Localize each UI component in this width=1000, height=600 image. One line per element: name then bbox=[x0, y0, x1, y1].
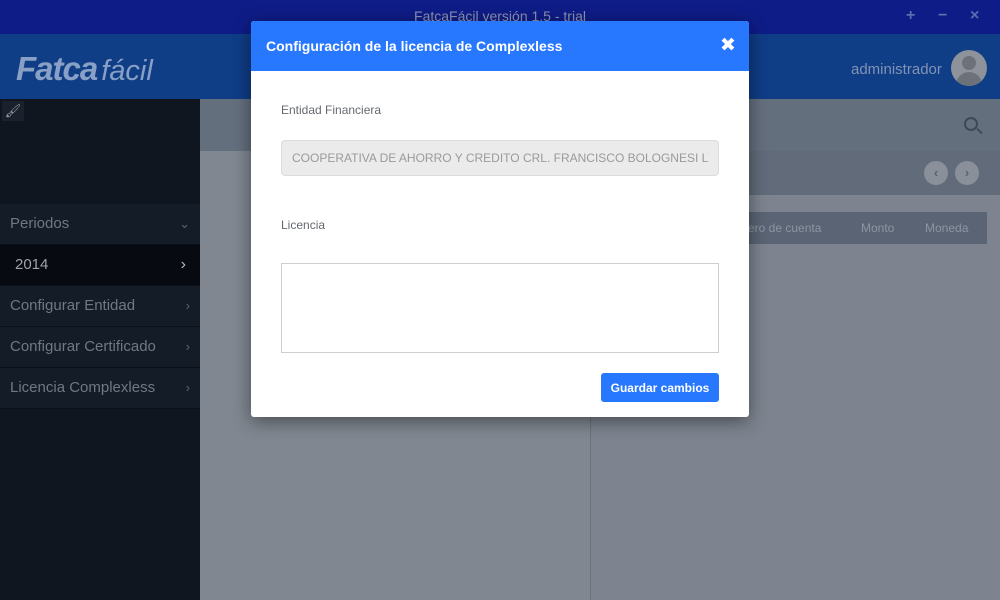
close-window-icon[interactable]: × bbox=[970, 7, 979, 25]
dialog-header: Configuración de la licencia de Complexl… bbox=[251, 21, 749, 71]
sidebar-item-label: Configurar Certificado bbox=[10, 338, 156, 355]
chevron-left-icon[interactable]: ‹ bbox=[924, 161, 948, 185]
entity-label: Entidad Financiera bbox=[281, 103, 382, 117]
chevron-right-icon: › bbox=[185, 380, 190, 395]
app-logo: Fatca fácil bbox=[16, 50, 153, 87]
license-label: Licencia bbox=[281, 218, 326, 232]
brush-icon[interactable]: 🖌 bbox=[2, 101, 24, 121]
column-header-moneda[interactable]: Moneda bbox=[925, 221, 968, 235]
chevron-right-icon[interactable]: › bbox=[955, 161, 979, 185]
sidebar: 🖌 Periodos ⌄ 2014 › Configurar Entidad ›… bbox=[0, 99, 200, 600]
sidebar-item-label: 2014 bbox=[15, 256, 49, 273]
save-button[interactable]: Guardar cambios bbox=[601, 373, 719, 402]
dialog-title: Configuración de la licencia de Complexl… bbox=[266, 38, 563, 54]
sidebar-item-2014[interactable]: 2014 › bbox=[0, 245, 200, 286]
chevron-right-icon: › bbox=[185, 339, 190, 354]
user-name[interactable]: administrador bbox=[851, 61, 942, 78]
chevron-right-icon: › bbox=[185, 298, 190, 313]
column-header-numero-cuenta[interactable]: ero de cuenta bbox=[748, 221, 821, 235]
user-avatar-icon[interactable] bbox=[951, 50, 987, 86]
close-icon[interactable]: ✖ bbox=[718, 34, 738, 56]
sidebar-item-label: Periodos bbox=[10, 215, 70, 232]
chevron-down-icon: ⌄ bbox=[179, 216, 190, 231]
maximize-icon[interactable]: + bbox=[906, 7, 915, 25]
sidebar-item-licencia-complexless[interactable]: Licencia Complexless › bbox=[0, 368, 200, 409]
sidebar-item-label: Licencia Complexless bbox=[10, 379, 156, 396]
sidebar-item-label: Configurar Entidad bbox=[10, 297, 136, 314]
minimize-icon[interactable]: − bbox=[938, 7, 947, 25]
sidebar-item-periodos[interactable]: Periodos ⌄ bbox=[0, 204, 200, 245]
license-input[interactable] bbox=[281, 263, 719, 353]
search-icon[interactable] bbox=[964, 117, 978, 131]
sidebar-item-configurar-certificado[interactable]: Configurar Certificado › bbox=[0, 327, 200, 368]
license-config-dialog: Configuración de la licencia de Complexl… bbox=[251, 21, 749, 417]
entity-field bbox=[281, 140, 719, 176]
column-header-monto[interactable]: Monto bbox=[861, 221, 894, 235]
sidebar-item-configurar-entidad[interactable]: Configurar Entidad › bbox=[0, 286, 200, 327]
chevron-right-icon: › bbox=[180, 256, 186, 273]
